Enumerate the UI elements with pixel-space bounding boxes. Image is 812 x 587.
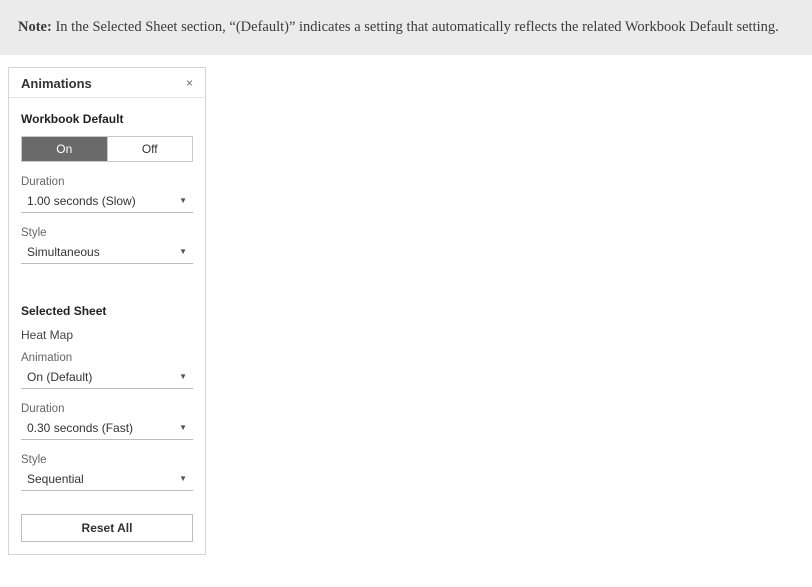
workbook-toggle-off[interactable]: Off: [107, 137, 193, 161]
note-text: In the Selected Sheet section, “(Default…: [52, 19, 779, 35]
sheet-animation-label: Animation: [21, 352, 193, 364]
workbook-duration-field: Duration 1.00 seconds (Slow) ▼: [21, 176, 193, 213]
note-label: Note:: [18, 19, 52, 35]
sheet-name: Heat Map: [21, 328, 193, 342]
chevron-down-icon: ▼: [179, 247, 187, 256]
sheet-style-field: Style Sequential ▼: [21, 454, 193, 491]
chevron-down-icon: ▼: [179, 196, 187, 205]
sheet-animation-value: On (Default): [27, 370, 92, 384]
workbook-default-heading: Workbook Default: [21, 112, 193, 126]
sheet-duration-value: 0.30 seconds (Fast): [27, 421, 133, 435]
sheet-duration-select[interactable]: 0.30 seconds (Fast) ▼: [21, 417, 193, 440]
sheet-style-value: Sequential: [27, 472, 84, 486]
workbook-duration-value: 1.00 seconds (Slow): [27, 194, 136, 208]
chevron-down-icon: ▼: [179, 372, 187, 381]
workbook-duration-select[interactable]: 1.00 seconds (Slow) ▼: [21, 190, 193, 213]
sheet-animation-select[interactable]: On (Default) ▼: [21, 366, 193, 389]
note-box: Note: In the Selected Sheet section, “(D…: [0, 0, 812, 55]
workbook-duration-label: Duration: [21, 176, 193, 188]
workbook-style-value: Simultaneous: [27, 245, 100, 259]
chevron-down-icon: ▼: [179, 423, 187, 432]
panel-header: Animations ×: [9, 68, 205, 98]
workbook-toggle: On Off: [21, 136, 193, 162]
workbook-style-select[interactable]: Simultaneous ▼: [21, 241, 193, 264]
close-icon[interactable]: ×: [184, 76, 195, 90]
sheet-duration-field: Duration 0.30 seconds (Fast) ▼: [21, 403, 193, 440]
reset-all-button[interactable]: Reset All: [21, 514, 193, 542]
panel-body: Workbook Default On Off Duration 1.00 se…: [9, 98, 205, 504]
panel-footer: Reset All: [9, 504, 205, 554]
workbook-style-label: Style: [21, 227, 193, 239]
panel-title: Animations: [21, 76, 92, 91]
animations-panel: Animations × Workbook Default On Off Dur…: [8, 67, 206, 555]
workbook-style-field: Style Simultaneous ▼: [21, 227, 193, 264]
workbook-toggle-on[interactable]: On: [22, 137, 107, 161]
chevron-down-icon: ▼: [179, 474, 187, 483]
sheet-style-label: Style: [21, 454, 193, 466]
selected-sheet-heading: Selected Sheet: [21, 304, 193, 318]
sheet-animation-field: Animation On (Default) ▼: [21, 352, 193, 389]
sheet-duration-label: Duration: [21, 403, 193, 415]
sheet-style-select[interactable]: Sequential ▼: [21, 468, 193, 491]
